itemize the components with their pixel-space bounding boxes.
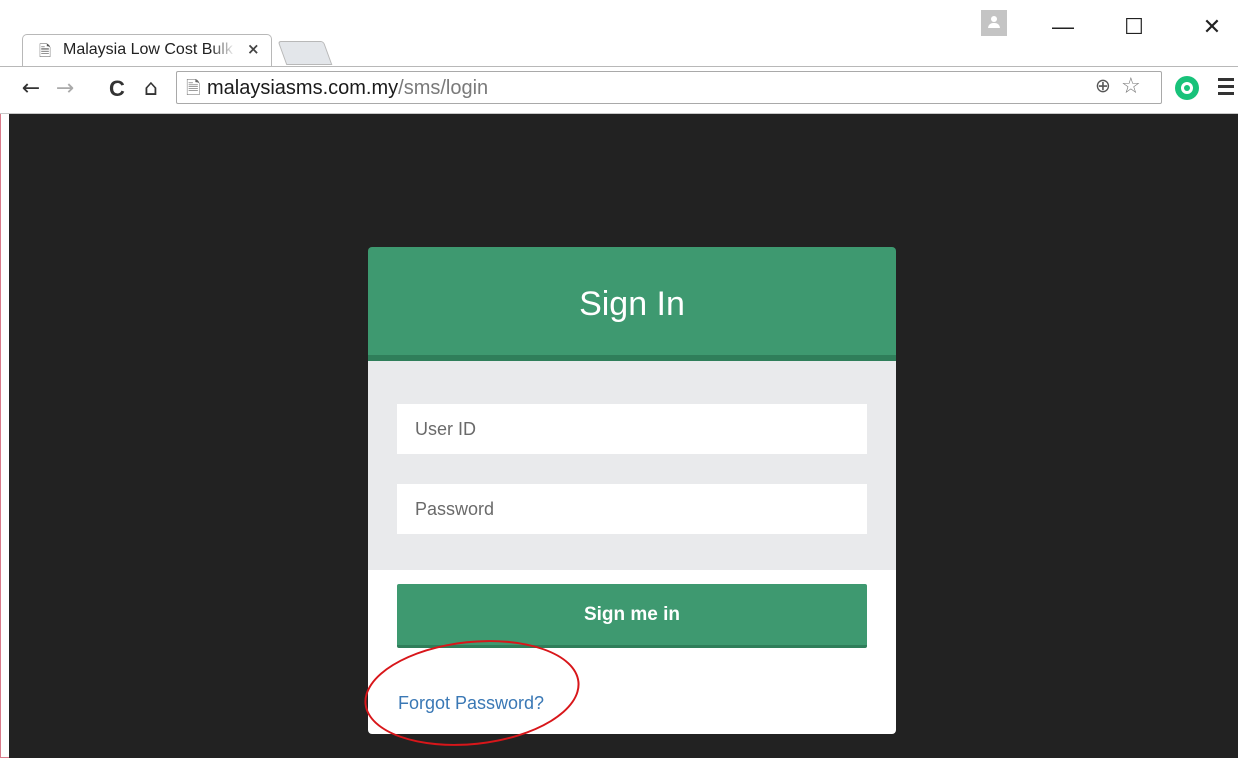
close-window-button[interactable]: ✕ — [1192, 12, 1232, 42]
login-card: Sign In Sign me in Forgot Password? — [368, 247, 896, 734]
sign-in-button[interactable]: Sign me in — [397, 584, 867, 648]
profile-head-shape — [991, 16, 997, 22]
forward-button[interactable]: → — [52, 73, 78, 105]
address-bar[interactable]: 🗎 malaysiasms.com.my/sms/login ⊕ ☆ — [176, 71, 1162, 104]
login-form-body — [368, 361, 896, 570]
profile-body-shape — [988, 23, 1000, 28]
browser-toolbar: ← → C ⌂ 🗎 malaysiasms.com.my/sms/login ⊕… — [0, 66, 1238, 114]
reload-button[interactable]: C — [104, 73, 130, 105]
extension-icon-dot — [1184, 85, 1190, 91]
back-button[interactable]: ← — [18, 73, 44, 105]
browser-title-bar: 🗎 Malaysia Low Cost Bulk SMS × — ☐ ✕ — [0, 0, 1238, 66]
browser-tab[interactable]: 🗎 Malaysia Low Cost Bulk SMS × — [22, 34, 272, 66]
zoom-icon[interactable]: ⊕ — [1095, 75, 1111, 97]
extension-icon[interactable] — [1175, 76, 1199, 100]
profile-icon[interactable] — [981, 10, 1007, 36]
password-input[interactable] — [397, 484, 867, 534]
login-card-header: Sign In — [368, 247, 896, 361]
maximize-button[interactable]: ☐ — [1114, 12, 1154, 42]
page-icon: 🗎 — [186, 78, 201, 99]
menu-icon[interactable] — [1218, 78, 1234, 98]
url-text[interactable]: malaysiasms.com.my/sms/login — [207, 77, 488, 100]
url-host: malaysiasms.com.my — [207, 77, 399, 99]
page-title: Sign In — [579, 285, 685, 323]
minimize-button[interactable]: — — [1043, 12, 1083, 42]
url-path: /sms/login — [398, 77, 489, 99]
close-tab-icon[interactable]: × — [247, 40, 260, 58]
new-tab-button[interactable] — [277, 41, 333, 65]
login-card-footer: Sign me in Forgot Password? — [368, 570, 896, 734]
home-button[interactable]: ⌂ — [138, 73, 164, 105]
forgot-password-link[interactable]: Forgot Password? — [398, 693, 544, 714]
bookmark-star-icon[interactable]: ☆ — [1121, 74, 1141, 99]
tab-title: Malaysia Low Cost Bulk SMS — [63, 41, 235, 59]
page-viewport: Sign In Sign me in Forgot Password? — [9, 114, 1238, 758]
user-id-input[interactable] — [397, 404, 867, 454]
page-icon: 🗎 — [39, 42, 52, 60]
extension-icon-inner — [1181, 82, 1193, 94]
